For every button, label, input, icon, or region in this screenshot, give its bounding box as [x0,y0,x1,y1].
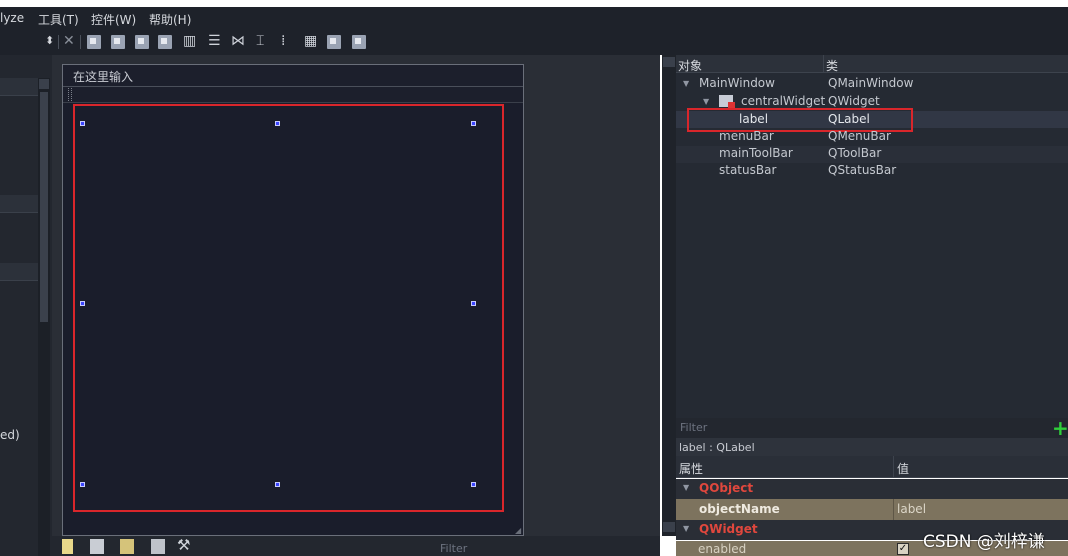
column-header-value[interactable]: 值 [897,460,909,477]
toolbar-separator [80,35,81,49]
property-name: enabled [698,542,747,556]
expand-arrow-icon[interactable]: ▼ [683,79,689,88]
delete-icon[interactable] [151,539,165,554]
object-class: QToolBar [828,146,882,160]
collapse-arrow-icon[interactable]: ▼ [683,524,689,533]
layout-vertical-splitter-icon[interactable]: ⌶ [256,33,264,49]
layout-widget-icon [719,95,735,109]
copy-icon[interactable] [90,539,104,554]
selected-label-widget[interactable] [73,104,504,512]
object-class: QMenuBar [828,129,891,143]
column-header-object[interactable]: 对象 [678,57,702,74]
category-label: QObject [699,481,754,495]
toolbar-separator [58,35,59,49]
scroll-down-arrow-icon[interactable] [663,522,675,532]
layout-vertical-icon[interactable]: ☰ [208,33,221,49]
category-label: QWidget [699,522,758,536]
edit-buddies-icon[interactable] [135,35,149,49]
designer-scrollbar[interactable] [662,55,676,536]
resize-handle[interactable] [471,482,476,487]
object-class: QWidget [828,94,880,108]
form-resize-grip-icon[interactable]: ◢ [515,526,523,535]
toolbar-grip-icon[interactable] [68,88,72,101]
menu-analyze[interactable]: lyze [0,11,24,25]
property-value-field[interactable]: label [897,502,926,516]
object-name: centralWidget [741,94,826,108]
object-name: statusBar [719,163,777,177]
enabled-checkbox[interactable]: ✓ [897,543,909,555]
collapse-arrow-icon[interactable]: ▼ [683,483,689,492]
layout-grid-icon[interactable]: ▦ [304,33,317,49]
resize-handle[interactable] [275,482,280,487]
scrollbar-thumb[interactable] [40,92,48,322]
wrench-icon[interactable]: ⚒ [177,536,190,554]
property-filter-bar [676,418,1068,438]
layout-horizontal-splitter-icon[interactable]: ⋈ [231,33,245,49]
current-object-label: label : QLabel [679,441,755,454]
resize-handle[interactable] [275,121,280,126]
menubar-placeholder-text[interactable]: 在这里输入 [73,68,133,85]
layout-form-icon[interactable]: ⁞ [281,33,285,49]
window-top-edge [0,0,1068,7]
adjust-size-icon[interactable] [352,35,366,49]
new-file-icon[interactable] [62,539,73,554]
menu-tools[interactable]: 工具(T) [38,11,79,28]
resize-handle[interactable] [471,121,476,126]
edit-tab-order-icon[interactable] [158,35,172,49]
layout-horizontal-icon[interactable]: ▥ [183,33,196,49]
resize-handle[interactable] [80,301,85,306]
watermark-text: CSDN @刘梓谦 [923,532,1045,552]
column-header-property[interactable]: 属性 [679,460,703,477]
widget-item-label[interactable]: ed) [0,428,20,442]
column-divider [893,499,894,520]
property-filter-input[interactable]: Filter [680,421,707,434]
object-class: QMainWindow [828,76,914,90]
resize-handle[interactable] [471,301,476,306]
resource-icon[interactable] [120,539,134,554]
close-icon[interactable]: ✕ [63,33,75,49]
menu-widgets[interactable]: 控件(W) [91,11,136,28]
column-header-class[interactable]: 类 [826,57,838,74]
edit-signals-icon[interactable] [111,35,125,49]
object-class: QStatusBar [828,163,897,177]
widget-category-header[interactable] [0,78,38,96]
widget-category-header[interactable] [0,263,38,281]
form-toolbar[interactable] [63,87,523,103]
scroll-up-arrow-icon[interactable] [39,79,49,89]
break-layout-icon[interactable] [327,35,341,49]
widget-category-header[interactable] [0,195,38,213]
property-name: objectName [699,502,780,516]
resize-handle[interactable] [80,121,85,126]
expand-arrow-icon[interactable]: ▼ [703,97,709,106]
resource-bottom-bar [52,536,660,556]
resource-filter-input[interactable]: Filter [440,542,467,555]
edit-widgets-icon[interactable] [87,35,101,49]
column-divider[interactable] [823,55,824,73]
column-divider[interactable] [893,456,894,478]
object-name: menuBar [719,129,774,143]
menu-help[interactable]: 帮助(H) [149,11,191,28]
object-name: mainToolBar [719,146,793,160]
scroll-up-arrow-icon[interactable] [663,57,675,67]
object-inspector-header [676,55,1068,73]
property-editor-header [676,456,1068,478]
stepper-icon[interactable]: ⬍ [45,34,54,47]
add-dynamic-property-icon[interactable]: + [1052,416,1068,440]
object-name: MainWindow [699,76,775,90]
resize-handle[interactable] [80,482,85,487]
